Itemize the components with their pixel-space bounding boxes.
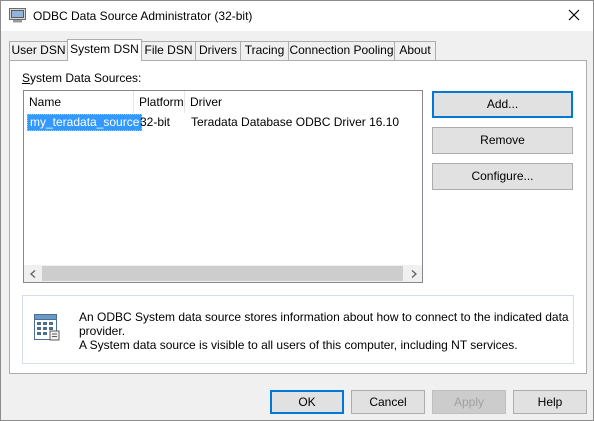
data-sources-list[interactable]: Name Platform Driver my_teradata_source … bbox=[23, 90, 423, 283]
tab-about[interactable]: About bbox=[394, 41, 436, 60]
cancel-button[interactable]: Cancel bbox=[351, 390, 425, 414]
list-header: Name Platform Driver bbox=[24, 91, 422, 113]
tab-drivers[interactable]: Drivers bbox=[195, 41, 241, 60]
window-title: ODBC Data Source Administrator (32-bit) bbox=[33, 9, 253, 23]
label-rest: ystem Data Sources: bbox=[30, 71, 142, 85]
cell-platform: 32-bit bbox=[140, 115, 171, 129]
scroll-thumb[interactable] bbox=[42, 266, 403, 281]
odbc-admin-icon bbox=[9, 8, 26, 23]
table-row[interactable]: my_teradata_source 32-bit Teradata Datab… bbox=[24, 114, 422, 131]
tab-file-dsn[interactable]: File DSN bbox=[141, 41, 196, 60]
configure-button[interactable]: Configure... bbox=[432, 163, 573, 190]
tab-tracing[interactable]: Tracing bbox=[240, 41, 289, 60]
column-header-name[interactable]: Name bbox=[24, 91, 133, 113]
ok-button[interactable]: OK bbox=[270, 390, 344, 414]
label-mnemonic: S bbox=[22, 71, 31, 85]
cell-driver: Teradata Database ODBC Driver 16.10 bbox=[191, 115, 400, 129]
horizontal-scrollbar[interactable] bbox=[24, 265, 422, 282]
info-line-2: A System data source is visible to all u… bbox=[79, 338, 518, 352]
column-header-driver[interactable]: Driver bbox=[185, 91, 422, 113]
remove-button[interactable]: Remove bbox=[432, 127, 573, 154]
scroll-left-button[interactable] bbox=[24, 265, 41, 282]
info-box: An ODBC System data source stores inform… bbox=[22, 295, 574, 364]
tab-system-dsn[interactable]: System DSN bbox=[67, 39, 142, 61]
tab-connection-pooling[interactable]: Connection Pooling bbox=[288, 41, 395, 60]
cell-name: my_teradata_source bbox=[27, 114, 143, 131]
system-dsn-panel: System Data Sources: Name Platform Drive… bbox=[9, 60, 587, 374]
close-button[interactable] bbox=[555, 1, 593, 31]
chevron-right-icon bbox=[411, 267, 417, 281]
odbc-admin-window: ODBC Data Source Administrator (32-bit) … bbox=[0, 0, 594, 421]
tab-user-dsn[interactable]: User DSN bbox=[9, 41, 68, 60]
chevron-left-icon bbox=[29, 267, 36, 281]
apply-button[interactable]: Apply bbox=[432, 390, 506, 414]
help-button[interactable]: Help bbox=[513, 390, 587, 414]
column-header-platform[interactable]: Platform bbox=[134, 91, 184, 113]
system-data-sources-label: System Data Sources: bbox=[22, 71, 141, 85]
close-icon bbox=[568, 9, 580, 24]
add-button[interactable]: Add... bbox=[432, 91, 573, 118]
info-line-1: An ODBC System data source stores inform… bbox=[79, 310, 569, 338]
title-bar: ODBC Data Source Administrator (32-bit) bbox=[1, 1, 593, 31]
scroll-right-button[interactable] bbox=[405, 265, 422, 282]
data-source-icon bbox=[31, 311, 63, 343]
info-text: An ODBC System data source stores inform… bbox=[79, 310, 573, 352]
